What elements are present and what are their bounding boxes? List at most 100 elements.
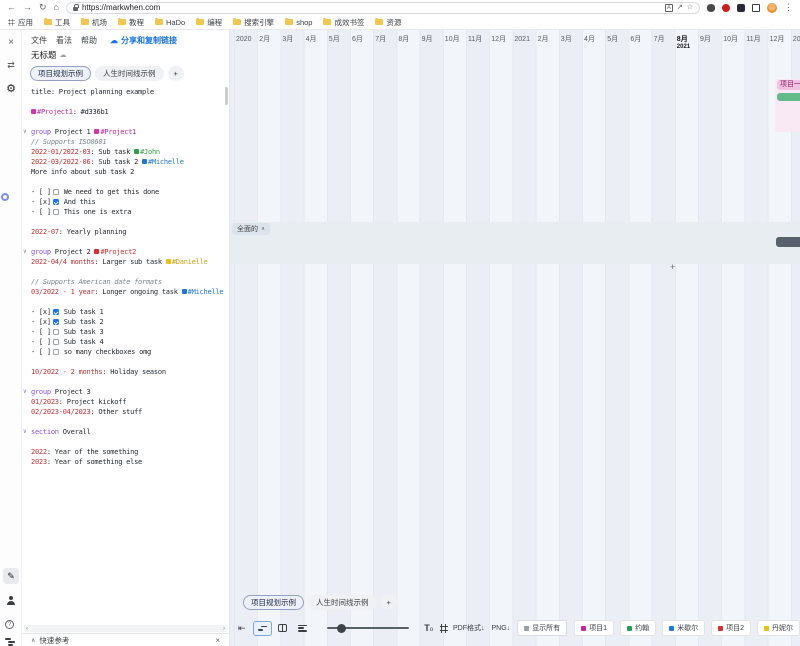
code-line[interactable]: More info about sub task 2 bbox=[22, 167, 225, 177]
checkbox[interactable] bbox=[53, 319, 59, 325]
bookmark-item[interactable]: 成效书签 bbox=[323, 17, 364, 28]
tab-1[interactable]: 人生时间线示例 bbox=[308, 595, 377, 610]
legend-chip[interactable]: 丹妮尔 bbox=[757, 620, 800, 636]
bookmark-item[interactable]: 搜索引擎 bbox=[233, 17, 274, 28]
code-line[interactable]: 2022: Year of the something bbox=[22, 447, 225, 457]
fold-caret-icon[interactable]: ∨ bbox=[23, 427, 26, 437]
kebab-menu-icon[interactable]: ⋮ bbox=[784, 3, 793, 12]
legend-chip[interactable]: 约翰 bbox=[620, 620, 656, 636]
menu-item-1[interactable]: 看法 bbox=[56, 35, 72, 46]
extension-icon[interactable] bbox=[737, 4, 745, 12]
code-line[interactable]: 02/2023-04/2023: Other stuff bbox=[22, 407, 225, 417]
text-size-icon[interactable]: To bbox=[424, 623, 433, 633]
code-line[interactable]: 2022-04/4 months: Larger sub task #Danie… bbox=[22, 257, 225, 267]
show-all-toggle[interactable]: 显示所有 bbox=[517, 620, 567, 636]
code-line[interactable] bbox=[22, 357, 225, 367]
list-view-button[interactable] bbox=[293, 621, 312, 636]
checkbox[interactable] bbox=[53, 209, 59, 215]
code-line[interactable]: 2022-03/2022-06: Sub task 2 #Michelle bbox=[22, 157, 225, 167]
share-link[interactable]: ☁ 分享和复制链接 bbox=[110, 35, 177, 46]
bookmark-item[interactable]: 工具 bbox=[44, 17, 70, 28]
code-line[interactable]: - [ ] Sub task 3 bbox=[22, 327, 225, 337]
code-line[interactable] bbox=[22, 267, 225, 277]
event-bar-dark[interactable] bbox=[776, 237, 800, 247]
column-view-button[interactable] bbox=[273, 621, 292, 636]
add-tab-button[interactable]: + bbox=[381, 595, 397, 610]
editor-scrollbar[interactable] bbox=[225, 87, 228, 105]
gear-icon[interactable]: ⚙ bbox=[0, 84, 22, 95]
forward-icon[interactable]: → bbox=[23, 3, 32, 12]
code-line[interactable]: ∨group Project 3 bbox=[22, 387, 225, 397]
tab-0[interactable]: 项目规划示例 bbox=[30, 66, 91, 81]
fold-caret-icon[interactable]: ∨ bbox=[23, 127, 26, 137]
extension-icon[interactable] bbox=[752, 4, 760, 12]
scroll-to-start-icon[interactable]: ⇤ bbox=[238, 624, 246, 633]
code-line[interactable] bbox=[22, 177, 225, 187]
send-icon[interactable]: ↗ bbox=[677, 4, 683, 11]
timeline-view-button[interactable] bbox=[253, 621, 272, 636]
menu-item-2[interactable]: 帮助 bbox=[81, 35, 97, 46]
code-line[interactable] bbox=[22, 117, 225, 127]
legend-chip[interactable]: 项目2 bbox=[711, 620, 751, 636]
account-icon[interactable] bbox=[7, 596, 15, 605]
swap-panels-icon[interactable]: ⇄ bbox=[0, 61, 22, 70]
checkbox[interactable] bbox=[53, 199, 59, 205]
code-line[interactable]: 03/2022 - 1 year: Longer ongoing task #M… bbox=[22, 287, 225, 297]
bookmark-item[interactable]: 教程 bbox=[118, 17, 144, 28]
checkbox[interactable] bbox=[53, 339, 59, 345]
code-line[interactable]: - [ ] This one is extra bbox=[22, 207, 225, 217]
row-density-icon[interactable] bbox=[440, 624, 446, 633]
tab-0[interactable]: 项目规划示例 bbox=[243, 595, 304, 610]
home-icon[interactable]: ⌂ bbox=[54, 3, 59, 12]
code-line[interactable]: ∨group Project 1 #Project1 bbox=[22, 127, 225, 137]
bookmark-item[interactable]: 应用 bbox=[8, 17, 33, 28]
bookmark-item[interactable]: 资源 bbox=[375, 17, 401, 28]
quick-reference-bar[interactable]: ∧ 快速参考 × bbox=[22, 633, 229, 646]
code-line[interactable]: 10/2022 - 2 months: Holiday season bbox=[22, 367, 225, 377]
back-icon[interactable]: ← bbox=[7, 3, 16, 12]
checkbox[interactable] bbox=[53, 349, 59, 355]
bookmark-item[interactable]: HaDo bbox=[155, 18, 185, 27]
code-line[interactable]: title: Project planning example bbox=[22, 87, 225, 97]
url-text[interactable]: https://markwhen.com bbox=[82, 4, 661, 12]
menu-item-0[interactable]: 文件 bbox=[31, 35, 47, 46]
outline-icon[interactable] bbox=[5, 638, 16, 646]
edit-mode-button[interactable]: ✎ bbox=[3, 568, 19, 584]
checkbox[interactable] bbox=[53, 189, 59, 195]
document-title[interactable]: 无标题 bbox=[31, 49, 57, 61]
zoom-slider[interactable] bbox=[327, 627, 410, 629]
code-line[interactable] bbox=[22, 217, 225, 227]
code-line[interactable] bbox=[22, 237, 225, 247]
avatar[interactable] bbox=[767, 3, 777, 13]
code-line[interactable] bbox=[22, 377, 225, 387]
extension-icon[interactable] bbox=[722, 4, 730, 12]
checkbox[interactable] bbox=[53, 329, 59, 335]
help-icon[interactable]: ? bbox=[5, 620, 14, 629]
section-overall-chip[interactable]: 全面的 ∧ bbox=[232, 223, 270, 235]
bookmark-item[interactable]: 机场 bbox=[81, 17, 107, 28]
code-line[interactable]: - [ ] Sub task 4 bbox=[22, 337, 225, 347]
sync-indicator-icon[interactable] bbox=[1, 193, 9, 201]
code-line[interactable]: - [ ] so many checkboxes omg bbox=[22, 347, 225, 357]
scroll-right-icon[interactable]: › bbox=[223, 626, 225, 632]
code-line[interactable]: - [x] Sub task 1 bbox=[22, 307, 225, 317]
address-bar[interactable]: https://markwhen.com A ↗ ☆ bbox=[66, 2, 700, 14]
fold-caret-icon[interactable]: ∨ bbox=[23, 247, 26, 257]
code-line[interactable]: - [x] Sub task 2 bbox=[22, 317, 225, 327]
reload-icon[interactable]: ↻ bbox=[39, 3, 47, 12]
export-png-button[interactable]: PNG↓ bbox=[492, 625, 511, 632]
close-panel-icon[interactable]: × bbox=[0, 38, 22, 48]
code-line[interactable]: - [x] And this bbox=[22, 197, 225, 207]
scroll-left-icon[interactable]: ‹ bbox=[26, 626, 28, 632]
fold-caret-icon[interactable]: ∨ bbox=[23, 387, 26, 397]
event-bar-green[interactable] bbox=[777, 93, 800, 101]
code-line[interactable]: #Project1: #d336b1 bbox=[22, 107, 225, 117]
translate-icon[interactable]: A bbox=[665, 4, 673, 12]
close-icon[interactable]: × bbox=[215, 636, 220, 645]
code-line[interactable] bbox=[22, 437, 225, 447]
export-pdf-button[interactable]: PDF格式↓ bbox=[453, 623, 485, 633]
code-line[interactable]: 01/2023: Project kickoff bbox=[22, 397, 225, 407]
code-line[interactable]: // Supports ISO8601 bbox=[22, 137, 225, 147]
zoom-slider-knob[interactable] bbox=[337, 624, 346, 633]
add-tab-button[interactable]: + bbox=[168, 66, 184, 81]
